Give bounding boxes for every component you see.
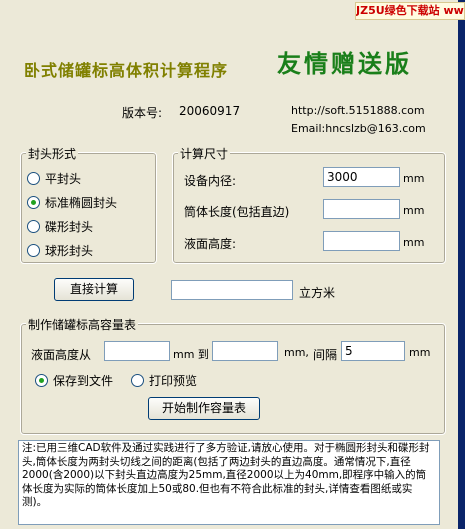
head-type-label: 封头形式 [26,145,79,162]
radio-button[interactable] [27,244,40,257]
volume-unit: 立方米 [299,286,336,300]
cylinder-length-label: 筒体长度(包括直边) [184,205,290,219]
range-from-input[interactable] [104,341,170,361]
inner-diameter-input[interactable]: 3000 [323,167,400,187]
radio-label: 球形封头 [45,244,94,258]
range-to-unit: mm, [284,346,309,359]
radio-button-selected[interactable] [27,196,40,209]
range-from-unit: mm 到 [173,348,209,361]
email-address: Email:hncslzb@163.com [291,122,426,135]
generate-table-button[interactable]: 开始制作容量表 [148,397,260,420]
range-from-label: 液面高度从 [31,348,92,362]
step-input[interactable]: 5 [341,341,405,361]
radio-label: 打印预览 [149,374,198,388]
edition-title: 友情赠送版 [277,49,412,78]
inner-diameter-label: 设备内径: [184,174,237,188]
radio-label: 碟形封头 [45,220,94,234]
step-unit: mm [409,346,431,359]
calculate-button[interactable]: 直接计算 [54,278,134,301]
window-edge [458,0,465,529]
capacity-table-label: 制作储罐标高容量表 [26,316,139,333]
radio-button[interactable] [131,374,144,387]
radio-button-selected[interactable] [35,374,48,387]
version-value: 20060917 [179,104,241,118]
cylinder-length-input[interactable] [323,199,400,219]
range-to-input[interactable] [212,341,278,361]
unit-mm: mm [403,204,425,217]
usage-note: 注:已用三维CAD软件及通过实践进行了多方验证,请放心使用。对于椭圆形封头和碟形… [18,440,440,525]
version-label: 版本号: [122,106,163,120]
liquid-height-label: 液面高度: [184,237,237,251]
liquid-height-input[interactable] [323,231,400,251]
radio-button[interactable] [27,172,40,185]
unit-mm: mm [403,172,425,185]
watermark-banner: JZ5U绿色下载站 www.jz5u.com [355,2,465,20]
unit-mm: mm [403,236,425,249]
volume-result-field[interactable] [171,280,293,300]
step-label: 间隔 [313,348,338,362]
radio-label: 标准椭圆封头 [45,196,118,210]
radio-button[interactable] [27,220,40,233]
app-title: 卧式储罐标高体积计算程序 [24,61,229,80]
radio-label: 平封头 [45,172,82,186]
radio-label: 保存到文件 [53,374,114,388]
dimensions-label: 计算尺寸 [178,145,231,162]
website-url: http://soft.5151888.com [291,104,425,117]
